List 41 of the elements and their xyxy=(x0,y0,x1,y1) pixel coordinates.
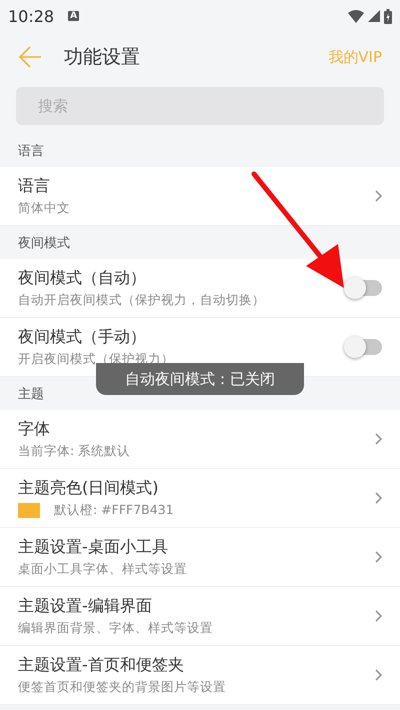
notification-badge: A xyxy=(68,11,80,21)
section-header: 主题 xyxy=(18,386,44,402)
item-subtitle: 便签首页和便签夹的背景图片等设置 xyxy=(18,678,226,696)
chevron-right-icon xyxy=(374,610,382,622)
section-header: 语言 xyxy=(18,142,44,160)
wifi-icon xyxy=(348,10,364,22)
settings-row[interactable]: 主题设置-编辑界面 编辑界面背景、字体、样式等设置 xyxy=(0,587,400,646)
chevron-right-icon xyxy=(374,669,382,681)
item-title: 主题设置-首页和便签夹 xyxy=(18,654,185,676)
settings-row[interactable]: 语言 简体中文 xyxy=(0,167,400,226)
item-subtitle: 桌面小工具字体、样式等设置 xyxy=(18,560,187,578)
chevron-right-icon xyxy=(374,190,382,202)
item-title: 夜间模式（自动） xyxy=(18,268,147,288)
item-subtitle: 默认橙: #FFF7B431 xyxy=(54,502,174,518)
back-button[interactable] xyxy=(18,45,42,69)
section-header: 夜间模式 xyxy=(18,234,70,252)
settings-row[interactable]: 字体 当前字体: 系统默认 xyxy=(0,410,400,469)
item-title: 语言 xyxy=(18,176,51,196)
settings-row[interactable]: 主题设置-首页和便签夹 便签首页和便签夹的背景图片等设置 xyxy=(0,646,400,705)
item-subtitle: 编辑界面背景、字体、样式等设置 xyxy=(18,620,213,636)
back-arrow-icon xyxy=(18,45,42,69)
item-subtitle: 简体中文 xyxy=(18,200,70,216)
chevron-right-icon xyxy=(374,433,382,445)
item-title: 字体 xyxy=(18,418,51,440)
page-title: 功能设置 xyxy=(64,45,140,70)
settings-row[interactable]: 主题设置-桌面小工具 桌面小工具字体、样式等设置 xyxy=(0,528,400,587)
item-title: 主题设置-编辑界面 xyxy=(18,596,153,616)
item-subtitle: 当前字体: 系统默认 xyxy=(18,442,130,460)
item-title: 主题亮色(日间模式) xyxy=(18,478,160,498)
settings-row[interactable]: 夜间模式（自动） 自动开启夜间模式（保护视力，自动切换） xyxy=(0,259,400,318)
item-title: 主题设置-桌面小工具 xyxy=(18,536,169,558)
status-time: 10:28 xyxy=(8,6,54,26)
search-field[interactable]: 搜索 xyxy=(16,87,384,125)
signal-icon xyxy=(368,10,380,22)
item-subtitle: 自动开启夜间模式（保护视力，自动切换） xyxy=(18,292,265,308)
chevron-right-icon xyxy=(374,551,382,563)
battery-icon xyxy=(384,8,392,24)
status-toast: 自动夜间模式：已关闭 xyxy=(96,363,304,395)
chevron-right-icon xyxy=(374,492,382,504)
item-title: 夜间模式（手动） xyxy=(18,326,147,348)
settings-row[interactable]: 主题亮色(日间模式) 默认橙: #FFF7B431 xyxy=(0,469,400,528)
